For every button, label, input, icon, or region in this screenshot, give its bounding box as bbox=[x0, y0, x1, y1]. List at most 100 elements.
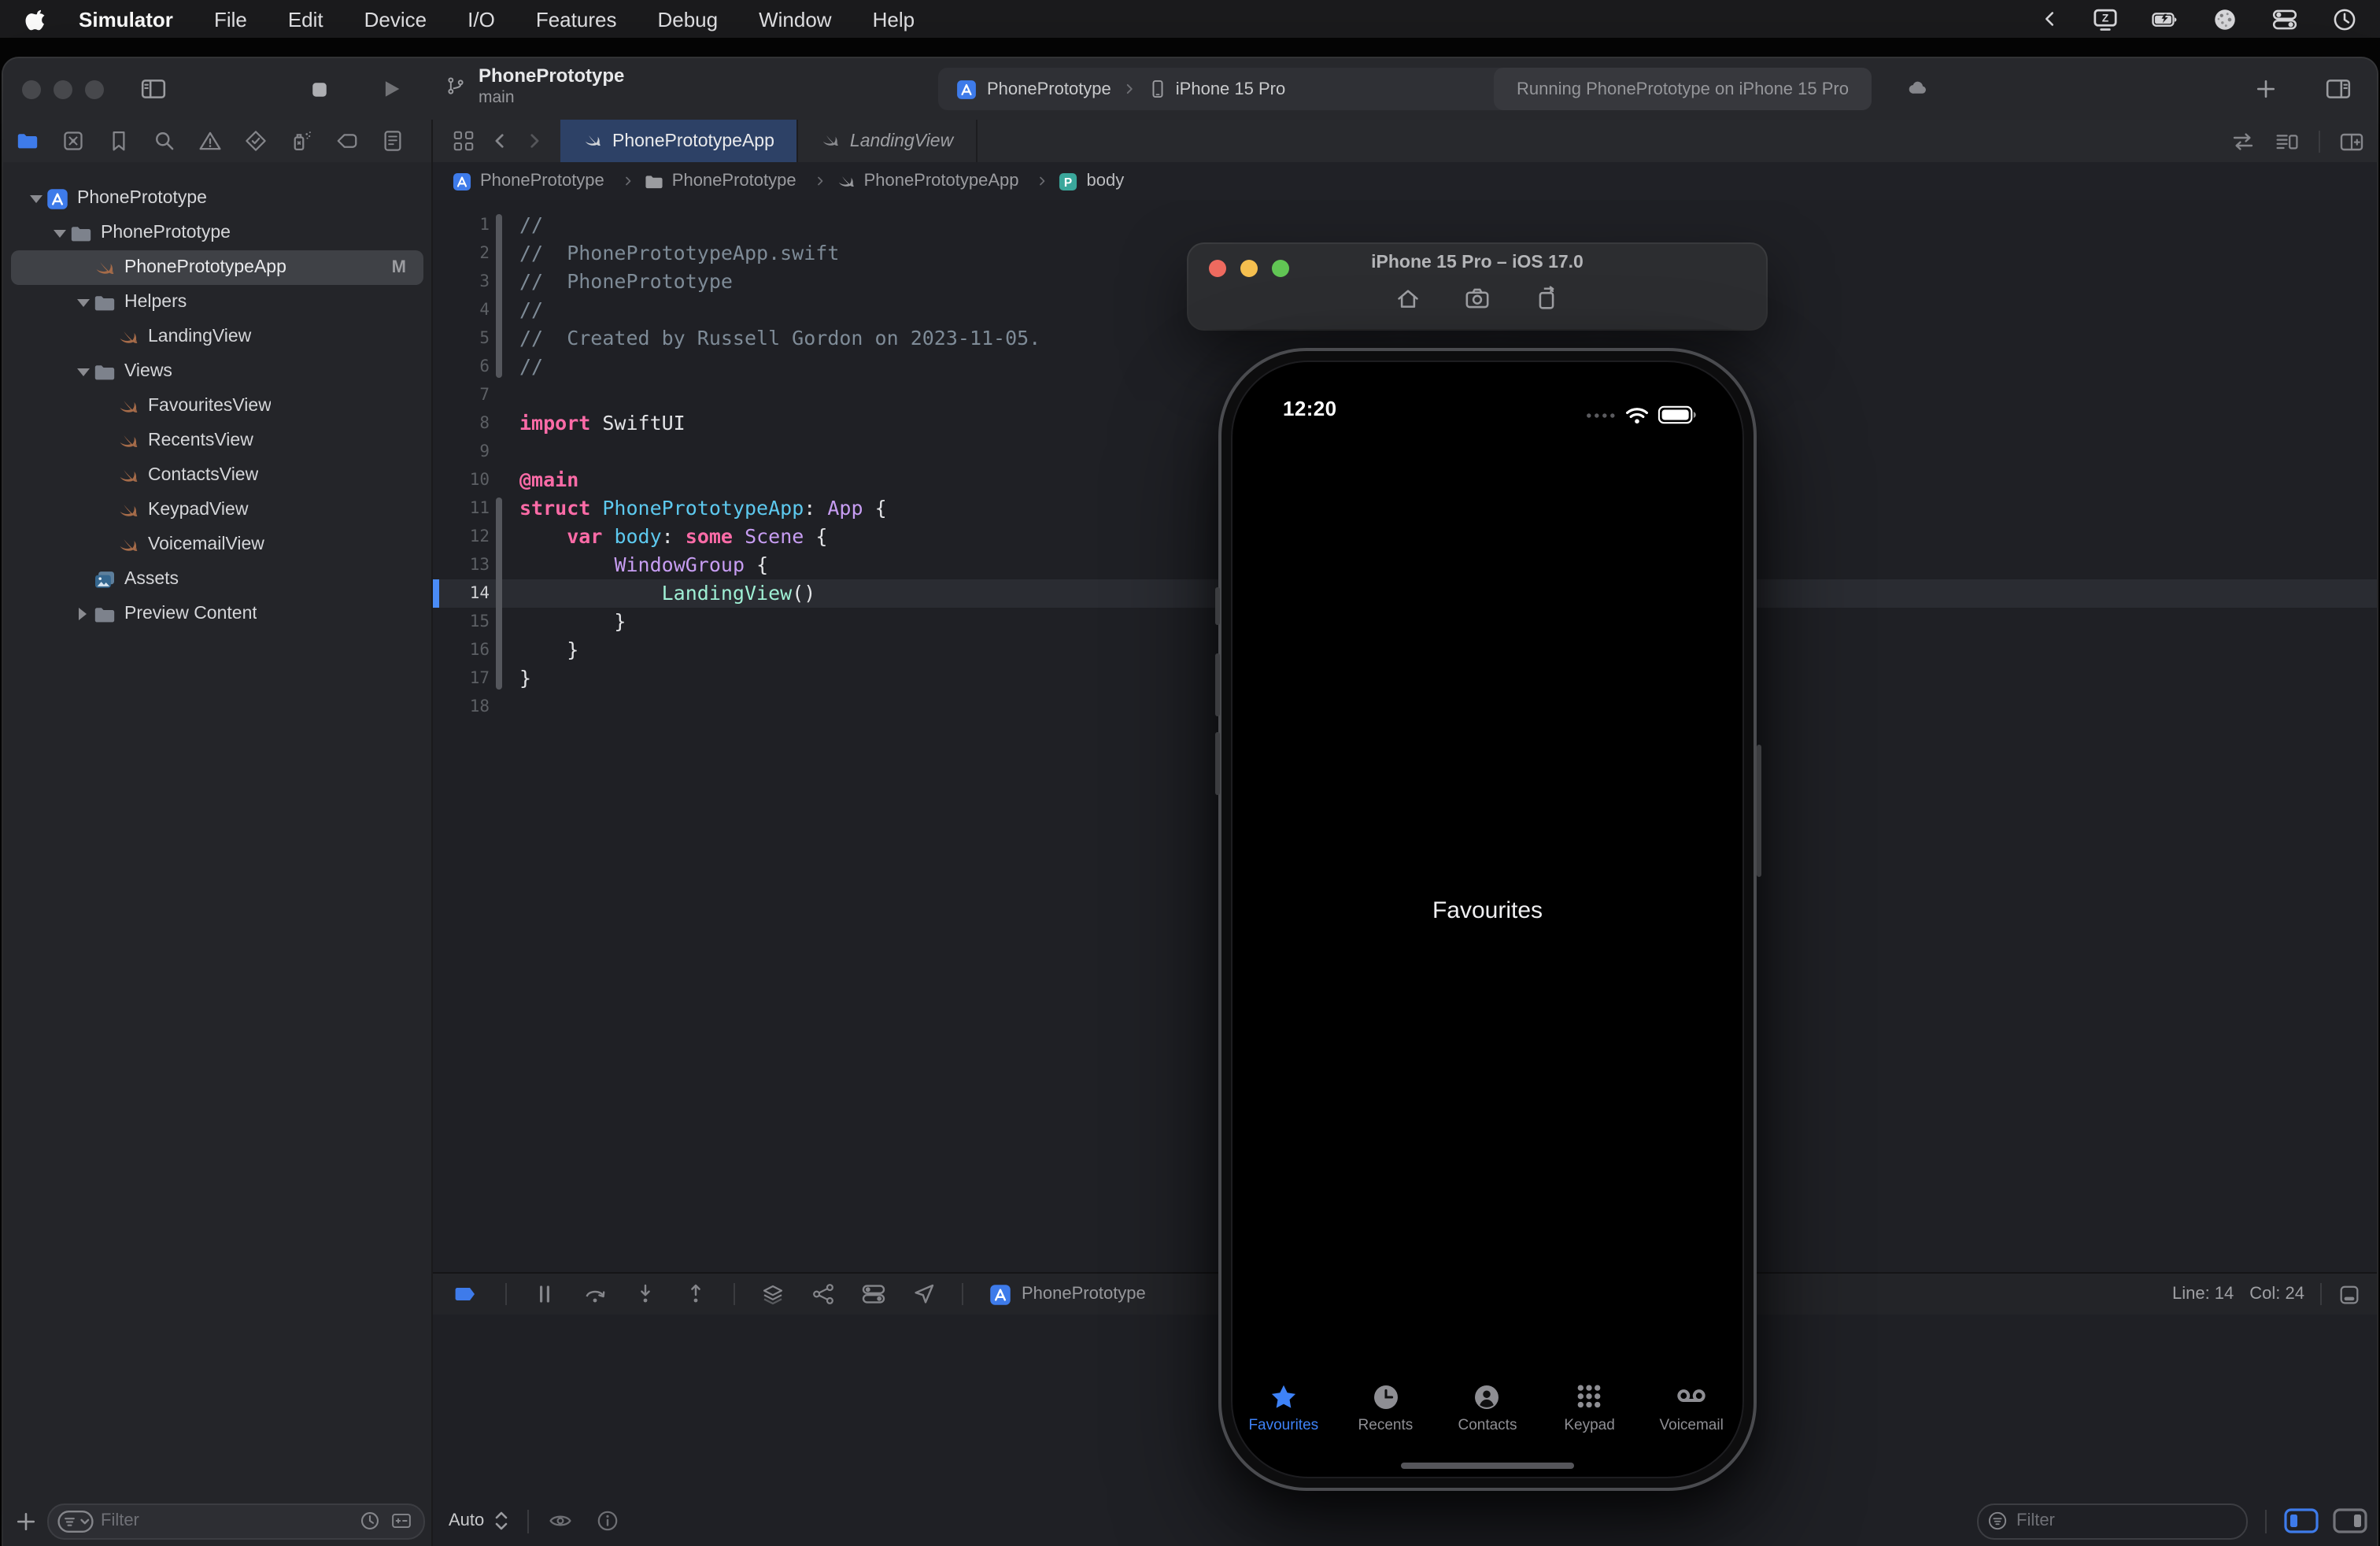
tree-item[interactable]: Assets bbox=[11, 562, 423, 597]
menu-item[interactable]: Debug bbox=[657, 7, 718, 31]
toggle-navigator-button[interactable] bbox=[140, 76, 167, 102]
apple-menu-icon[interactable] bbox=[25, 7, 47, 31]
debug-control-icon[interactable] bbox=[911, 1282, 937, 1307]
console-view-toggle[interactable] bbox=[2333, 1508, 2367, 1533]
editor-options-icon[interactable] bbox=[2275, 128, 2300, 153]
menu-item[interactable]: Features bbox=[536, 7, 617, 31]
tree-item[interactable]: LandingView bbox=[11, 320, 423, 354]
simulator-toolbar-icon[interactable] bbox=[1533, 285, 1560, 312]
menu-item[interactable]: I/O bbox=[468, 7, 495, 31]
forward-button[interactable] bbox=[524, 129, 545, 153]
tree-item[interactable]: RecentsView bbox=[11, 423, 423, 458]
navigator-tab-icon[interactable] bbox=[198, 129, 222, 153]
debug-control-icon[interactable] bbox=[633, 1282, 658, 1307]
debug-control-icon[interactable] bbox=[811, 1282, 836, 1307]
variables-view-toggle[interactable] bbox=[2284, 1508, 2319, 1533]
source-control-filter-icon[interactable] bbox=[390, 1510, 412, 1532]
disclosure-chevron[interactable] bbox=[72, 608, 93, 620]
menu-status-icon[interactable] bbox=[2212, 6, 2238, 32]
related-items-icon[interactable] bbox=[452, 129, 475, 153]
tree-item[interactable]: Preview Content bbox=[11, 597, 423, 631]
navigator-divider[interactable] bbox=[431, 120, 433, 1546]
running-app-chip[interactable]: PhonePrototype bbox=[989, 1282, 1146, 1306]
console-filter-field[interactable] bbox=[1977, 1503, 2248, 1539]
debug-control-icon[interactable] bbox=[962, 1283, 963, 1305]
library-add-button[interactable] bbox=[2254, 77, 2278, 101]
menu-item[interactable]: Help bbox=[873, 7, 915, 31]
window-zoom-button[interactable] bbox=[85, 80, 104, 99]
disclosure-chevron[interactable] bbox=[49, 229, 69, 237]
tree-item[interactable]: KeypadView bbox=[11, 493, 423, 527]
menu-status-icon[interactable] bbox=[2331, 6, 2358, 32]
tree-item[interactable]: PhonePrototypeApp M bbox=[11, 250, 423, 285]
menu-status-icon[interactable] bbox=[2040, 9, 2059, 28]
debug-control-icon[interactable] bbox=[734, 1283, 735, 1305]
scheme-device-label[interactable]: iPhone 15 Pro bbox=[1176, 80, 1285, 98]
back-button[interactable] bbox=[490, 129, 510, 153]
navigator-tab-icon[interactable] bbox=[335, 129, 359, 153]
menu-item[interactable]: Edit bbox=[288, 7, 323, 31]
console-filter-input[interactable] bbox=[2009, 1511, 2246, 1530]
scheme-project-label[interactable]: PhonePrototype bbox=[987, 80, 1111, 98]
breadcrumb[interactable]: PhonePrototypeApp bbox=[836, 171, 1059, 191]
tree-item[interactable]: VoicemailView bbox=[11, 527, 423, 562]
variables-scope-selector[interactable]: Auto bbox=[449, 1511, 484, 1530]
add-file-button[interactable] bbox=[14, 1509, 38, 1533]
phone-tab[interactable]: Voicemail bbox=[1640, 1382, 1743, 1434]
menu-item[interactable]: Window bbox=[759, 7, 832, 31]
window-minimize-button[interactable] bbox=[54, 80, 72, 99]
stop-button[interactable] bbox=[309, 79, 331, 101]
navigator-filter-input[interactable] bbox=[94, 1511, 359, 1530]
debug-control-icon[interactable] bbox=[683, 1282, 708, 1307]
iphone-screen[interactable]: 12:20 Favourites Favourites Recents bbox=[1231, 361, 1744, 1478]
menu-status-icon[interactable] bbox=[2271, 6, 2298, 32]
tree-item[interactable]: Helpers bbox=[11, 285, 423, 320]
navigator-tab-icon[interactable] bbox=[244, 129, 268, 153]
home-indicator[interactable] bbox=[1401, 1462, 1574, 1469]
tree-item[interactable]: ContactsView bbox=[11, 458, 423, 493]
menu-app-name[interactable]: Simulator bbox=[79, 7, 173, 31]
menu-item[interactable]: File bbox=[214, 7, 247, 31]
quick-look-icon[interactable] bbox=[547, 1508, 572, 1533]
navigator-tab-icon[interactable] bbox=[381, 129, 405, 153]
debug-control-icon[interactable] bbox=[582, 1282, 608, 1307]
activity-scheme-bar[interactable]: PhonePrototype iPhone 15 Pro Running Pho… bbox=[938, 68, 1872, 110]
minimap-toggle-icon[interactable] bbox=[2338, 1282, 2361, 1306]
navigator-tab-icon[interactable] bbox=[16, 129, 39, 153]
simulator-toolbar-icon[interactable] bbox=[1464, 285, 1491, 312]
window-close-button[interactable] bbox=[22, 80, 41, 99]
debug-control-icon[interactable] bbox=[861, 1282, 886, 1307]
tree-item[interactable]: Views bbox=[11, 354, 423, 389]
tree-item[interactable]: FavouritesView bbox=[11, 389, 423, 423]
disclosure-chevron[interactable] bbox=[25, 194, 46, 202]
info-icon[interactable] bbox=[594, 1508, 619, 1533]
phone-tab[interactable]: Recents bbox=[1335, 1382, 1437, 1434]
recent-files-icon[interactable] bbox=[359, 1510, 381, 1532]
navigator-tab-icon[interactable] bbox=[61, 129, 85, 153]
debug-control-icon[interactable] bbox=[505, 1283, 507, 1305]
filter-options-icon[interactable] bbox=[57, 1509, 94, 1533]
navigator-tab-icon[interactable] bbox=[290, 129, 313, 153]
breadcrumb[interactable]: PhonePrototype bbox=[452, 171, 644, 191]
menu-item[interactable]: Device bbox=[364, 7, 427, 31]
phone-tab[interactable]: Keypad bbox=[1539, 1382, 1641, 1434]
navigator-tab-icon[interactable] bbox=[107, 129, 131, 153]
debug-control-icon[interactable] bbox=[532, 1282, 557, 1307]
disclosure-chevron[interactable] bbox=[72, 368, 93, 375]
editor-layout-button[interactable] bbox=[2325, 76, 2352, 102]
editor-tab[interactable]: PhonePrototypeApp bbox=[560, 120, 798, 162]
phone-tab[interactable]: Favourites bbox=[1232, 1382, 1335, 1434]
menu-status-icon[interactable] bbox=[2152, 6, 2179, 32]
tree-item[interactable]: PhonePrototype bbox=[11, 216, 423, 250]
navigator-filter-field[interactable] bbox=[47, 1503, 425, 1539]
scope-stepper-icon[interactable] bbox=[493, 1510, 508, 1532]
phone-tab[interactable]: Contacts bbox=[1436, 1382, 1539, 1434]
tree-item[interactable]: PhonePrototype bbox=[11, 181, 423, 216]
breadcrumb[interactable]: PhonePrototype bbox=[644, 171, 836, 191]
navigator-tab-icon[interactable] bbox=[153, 129, 176, 153]
breadcrumb[interactable]: body bbox=[1059, 171, 1125, 191]
disclosure-chevron[interactable] bbox=[72, 298, 93, 306]
code-review-icon[interactable] bbox=[2230, 128, 2256, 153]
editor-tab[interactable]: LandingView bbox=[798, 120, 977, 162]
menu-status-icon[interactable] bbox=[2092, 6, 2119, 32]
